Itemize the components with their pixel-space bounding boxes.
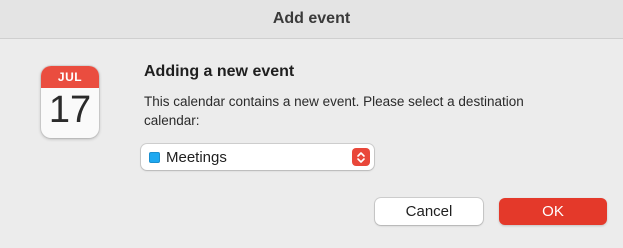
selected-calendar-label: Meetings — [166, 148, 227, 166]
calendar-icon-day: 17 — [48, 88, 92, 131]
add-event-dialog: Add event JUL 17 Adding a new event This… — [0, 0, 623, 248]
calendar-app-icon: JUL 17 — [41, 66, 99, 138]
ok-button[interactable]: OK — [499, 198, 607, 225]
title-bar: Add event — [0, 0, 623, 39]
calendar-icon-month: JUL — [57, 70, 83, 84]
calendar-icon-header: JUL — [41, 66, 99, 88]
up-down-chevron-icon[interactable] — [352, 148, 370, 166]
cancel-button[interactable]: Cancel — [375, 198, 483, 225]
destination-calendar-select[interactable]: Meetings — [141, 144, 374, 170]
dialog-heading: Adding a new event — [144, 63, 295, 80]
calendar-color-swatch — [149, 151, 160, 163]
dialog-message: This calendar contains a new event. Plea… — [144, 94, 524, 128]
window-title: Add event — [272, 10, 351, 27]
